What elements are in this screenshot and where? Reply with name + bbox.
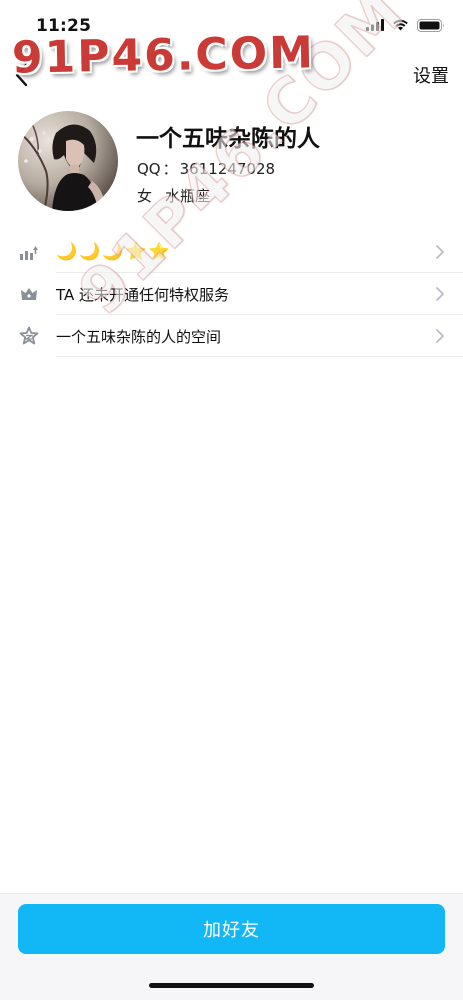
watermark-logo: 91P46.COM — [11, 27, 316, 84]
gender-zodiac-line: 女水瓶座 — [137, 185, 210, 206]
chevron-right-icon — [436, 329, 444, 343]
qq-number-line: QQ： 3611247028 — [137, 158, 275, 179]
add-friend-button[interactable]: 加好友 — [18, 904, 445, 954]
home-indicator — [149, 983, 314, 988]
profile-screen: 11:25 设置 一个五味杂陈的人 QQ ： 3611247028 女 水瓶座 … — [0, 0, 463, 1000]
profile-rows: 🌙 🌙 🌙 ⭐ ⭐ TA 还未开通任何特权服务 一个五味杂陈的人的空间 — [0, 231, 463, 357]
chevron-right-icon — [436, 245, 444, 259]
zodiac: 水瓶座 — [165, 187, 211, 205]
row-divider — [56, 356, 463, 357]
row-qzone[interactable]: 一个五味杂陈的人的空间 — [0, 315, 463, 357]
privileges-text: TA 还未开通任何特权服务 — [56, 285, 230, 304]
level-icon — [18, 241, 40, 263]
row-level[interactable]: 🌙 🌙 🌙 ⭐ ⭐ — [0, 231, 463, 273]
avatar[interactable] — [18, 111, 118, 211]
chevron-right-icon — [436, 287, 444, 301]
gender: 女 — [137, 187, 153, 205]
moon-level-icon: 🌙 — [102, 241, 124, 262]
qq-number: 3611247028 — [179, 160, 276, 178]
vip-crown-icon — [18, 283, 40, 305]
qzone-text: 一个五味杂陈的人的空间 — [56, 327, 222, 346]
qzone-star-icon — [18, 325, 40, 347]
star-level-icon: ⭐ — [148, 241, 170, 262]
qq-separator: ： — [162, 160, 178, 178]
nickname: 一个五味杂陈的人 — [136, 126, 320, 152]
qq-label: QQ — [137, 160, 161, 178]
moon-level-icon: 🌙 — [79, 241, 101, 262]
avatar-photo — [18, 111, 118, 211]
moon-level-icon: 🌙 — [56, 241, 78, 262]
wifi-icon — [393, 19, 408, 31]
qq-level-badges: 🌙 🌙 🌙 ⭐ ⭐ — [56, 241, 170, 262]
settings-button[interactable]: 设置 — [413, 62, 449, 88]
status-icons — [366, 18, 445, 32]
battery-icon — [417, 18, 444, 32]
star-level-icon: ⭐ — [125, 241, 147, 262]
cellular-signal-icon — [366, 19, 384, 31]
row-privileges[interactable]: TA 还未开通任何特权服务 — [0, 273, 463, 315]
